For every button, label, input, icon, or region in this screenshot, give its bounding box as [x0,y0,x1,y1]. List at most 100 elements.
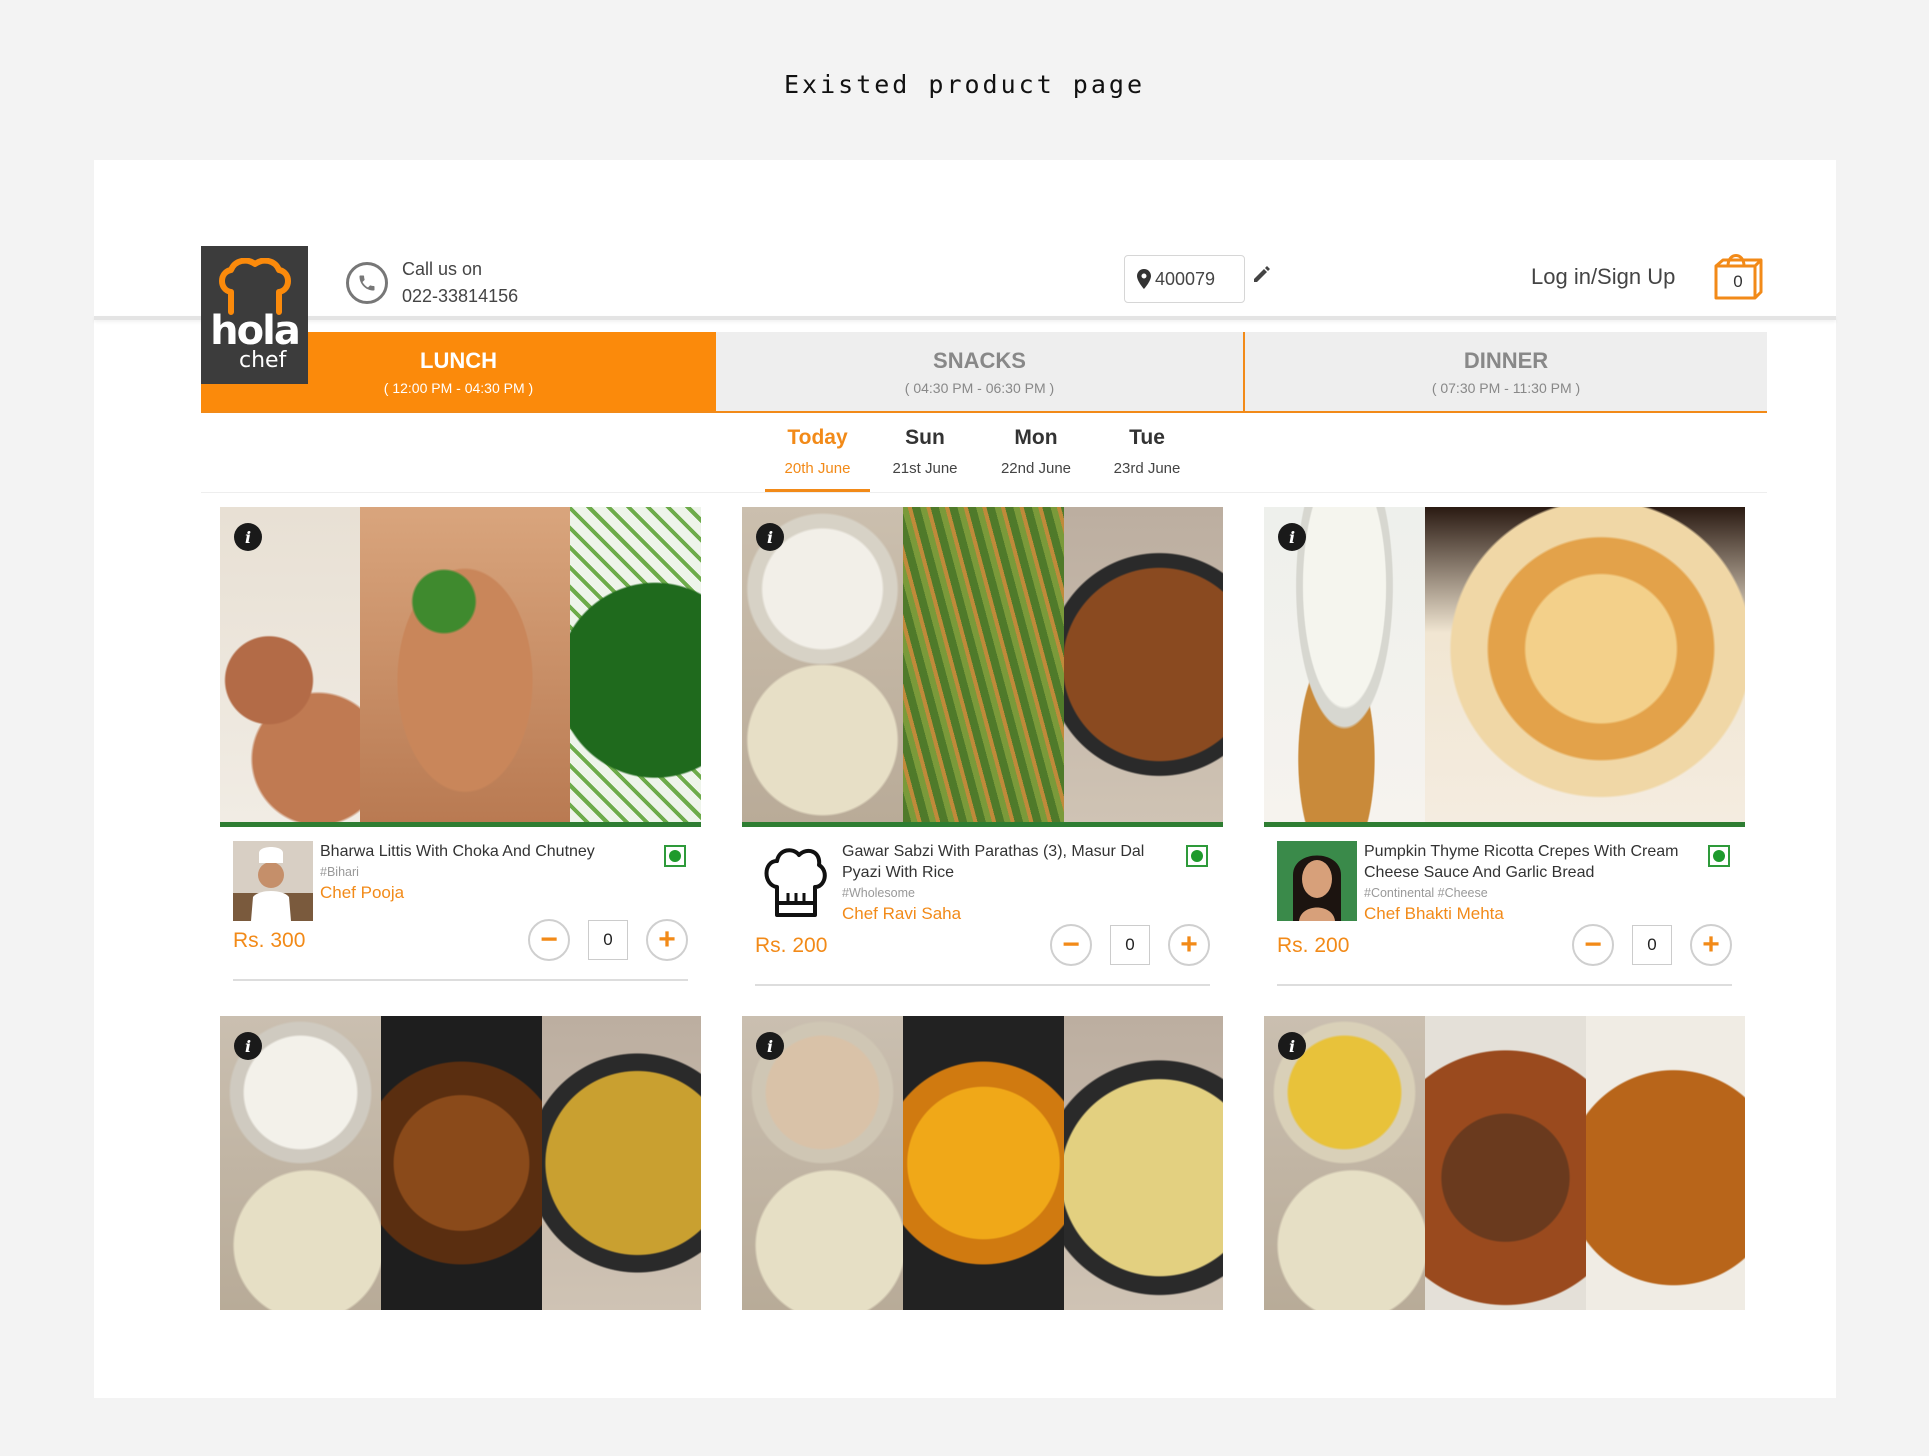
call-us-block[interactable]: Call us on 022-33814156 [346,256,518,310]
logo-subtext: chef [239,348,287,373]
edit-pencil-icon[interactable] [1252,264,1272,284]
tab-lunch-time: ( 12:00 PM - 04:30 PM ) [383,379,534,396]
cart-count: 0 [1733,272,1743,291]
product-tags: #Wholesome [842,886,915,900]
date-day: Today [787,426,848,449]
product-image[interactable]: i [220,1016,701,1310]
veg-indicator-icon [1186,845,1208,867]
date-tab-sun[interactable]: Sun 21st June [870,426,980,492]
tab-snacks-label: SNACKS [933,347,1026,373]
date-date: 23rd June [1113,460,1181,477]
product-image[interactable]: i [1264,507,1745,827]
food-panel [1264,1016,1425,1310]
chef-name[interactable]: Chef Pooja [320,882,650,904]
veg-indicator-icon [1708,845,1730,867]
tab-snacks[interactable]: SNACKS ( 04:30 PM - 06:30 PM ) [716,332,1245,411]
product-card: i [1264,1016,1745,1310]
pincode-field[interactable]: 400079 [1124,255,1245,303]
quantity-stepper: − 0 + [1050,924,1210,966]
product-title[interactable]: Bharwa Littis With Choka And Chutney [320,841,650,862]
page-caption: Existed product page [783,70,1146,99]
food-panel [1064,507,1223,822]
product-price: Rs. 300 [233,929,306,952]
product-tags: #Bihari [320,865,359,879]
date-date: 22nd June [1000,460,1072,477]
food-panel [220,507,360,822]
product-image[interactable]: i [220,507,701,827]
quantity-stepper: − 0 + [1572,924,1732,966]
tab-lunch-label: LUNCH [420,347,497,373]
increase-quantity-button[interactable]: + [1690,924,1732,966]
tab-dinner-label: DINNER [1463,347,1549,373]
food-panel [542,1016,701,1310]
product-card: i Gawar Sabzi With Parathas (3), Masur D… [742,507,1223,991]
decrease-quantity-button[interactable]: − [528,919,570,961]
info-icon[interactable]: i [1278,1032,1306,1060]
date-tab-mon[interactable]: Mon 22nd June [980,426,1092,492]
date-day: Tue [1129,426,1165,449]
info-icon[interactable]: i [756,1032,784,1060]
chef-avatar [1277,841,1357,921]
chef-name[interactable]: Chef Ravi Saha [842,903,1172,925]
product-card: i [742,1016,1223,1310]
product-price: Rs. 200 [755,934,828,957]
decrease-quantity-button[interactable]: − [1050,924,1092,966]
product-card: i Pumpkin Thyme Ricotta Crepes With Crea… [1264,507,1745,991]
food-panel [570,507,701,822]
date-tabs-divider [201,492,1767,493]
tab-dinner[interactable]: DINNER ( 07:30 PM - 11:30 PM ) [1245,332,1767,411]
phone-number: 022-33814156 [402,286,519,306]
quantity-value[interactable]: 0 [1110,925,1150,965]
date-date: 20th June [784,460,851,477]
tab-snacks-time: ( 04:30 PM - 06:30 PM ) [904,379,1055,396]
card-divider [1277,984,1732,986]
info-icon[interactable]: i [1278,523,1306,551]
info-icon[interactable]: i [756,523,784,551]
product-tags: #Continental #Cheese [1364,886,1488,900]
decrease-quantity-button[interactable]: − [1572,924,1614,966]
holachef-logo[interactable]: hola chef [201,246,308,384]
chef-name[interactable]: Chef Bhakti Mehta [1364,903,1694,925]
chef-hat-icon [764,848,827,917]
product-image[interactable]: i [742,1016,1223,1310]
card-divider [755,984,1210,986]
pincode-value: 400079 [1155,268,1216,289]
food-panel [1425,1016,1586,1310]
food-panel [220,1016,381,1310]
login-signup-link[interactable]: Log in/Sign Up [1531,264,1675,290]
call-label: Call us on [402,259,483,279]
cart-button[interactable]: 0 [1711,248,1765,302]
food-panel [381,1016,542,1310]
date-tab-today[interactable]: Today 20th June [765,426,870,492]
increase-quantity-button[interactable]: + [1168,924,1210,966]
increase-quantity-button[interactable]: + [646,919,688,961]
info-icon[interactable]: i [234,523,262,551]
food-panel [1264,507,1425,822]
food-panel [1586,1016,1745,1310]
date-day: Mon [1014,426,1058,449]
phone-icon [346,262,388,304]
product-title[interactable]: Pumpkin Thyme Ricotta Crepes With Cream … [1364,841,1694,883]
product-image[interactable]: i [1264,1016,1745,1310]
product-price: Rs. 200 [1277,934,1350,957]
date-tabs: Today 20th June Sun 21st June Mon 22nd J… [765,426,1202,492]
date-day: Sun [905,426,945,449]
quantity-value[interactable]: 0 [588,920,628,960]
tab-dinner-time: ( 07:30 PM - 11:30 PM ) [1431,379,1581,396]
product-card: i Bharwa Littis With Choka And Chutney #… [220,507,701,991]
quantity-stepper: − 0 + [528,919,688,961]
meal-tabs: LUNCH ( 12:00 PM - 04:30 PM ) SNACKS ( 0… [201,332,1767,413]
info-icon[interactable]: i [234,1032,262,1060]
card-divider [233,979,688,981]
product-image[interactable]: i [742,507,1223,827]
veg-indicator-icon [664,845,686,867]
chef-avatar [233,841,313,921]
product-title[interactable]: Gawar Sabzi With Parathas (3), Masur Dal… [842,841,1172,883]
header-divider [94,316,1836,320]
food-panel [903,507,1064,822]
quantity-value[interactable]: 0 [1632,925,1672,965]
food-panel [742,507,903,822]
product-page-frame: hola chef Call us on 022-33814156 400079… [94,160,1836,1398]
date-tab-tue[interactable]: Tue 23rd June [1092,426,1202,492]
food-panel [1425,507,1745,822]
